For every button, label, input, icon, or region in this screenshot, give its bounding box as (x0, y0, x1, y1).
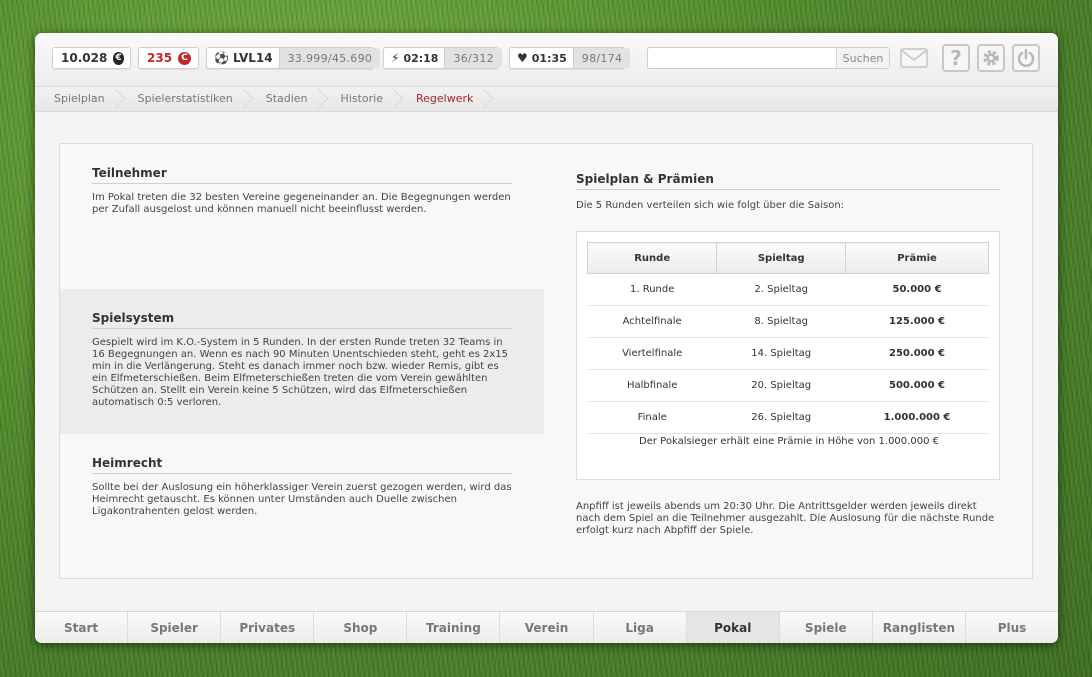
schedule-intro: Die 5 Runden verteilen sich wie folgt üb… (576, 200, 845, 211)
mail-button[interactable] (899, 43, 929, 73)
search-button[interactable]: Suchen (836, 48, 889, 68)
money-display: 10.028 € (52, 47, 131, 69)
kickoff-info: Anpfiff ist jeweils abends um 20:30 Uhr.… (576, 501, 995, 536)
table-cell: 26. Spieltag (716, 401, 846, 434)
level-display: ⚽ LVL14 33.999/45.690 (206, 47, 381, 69)
nav-spiele[interactable]: Spiele (780, 612, 873, 643)
search-box: Suchen (647, 47, 890, 69)
energy-value: 36/312 (444, 48, 502, 68)
column-header: Prämie (845, 242, 989, 274)
health-display: ♥ 01:35 98/174 (509, 47, 631, 69)
gear-icon (983, 50, 999, 66)
winner-prize-note: Der Pokalsieger erhält eine Prämie in Hö… (639, 436, 939, 447)
xp-progress: 33.999/45.690 (278, 48, 381, 68)
breadcrumb-spielerstatistiken[interactable]: Spielerstatistiken (119, 87, 247, 111)
lightning-icon: ⚡ (391, 51, 400, 65)
breadcrumb: Spielplan Spielerstatistiken Stadien His… (35, 86, 1058, 112)
table-cell: 1. Runde (587, 273, 717, 306)
table-cell: Achtelfinale (587, 305, 717, 338)
table-cell: 250.000 € (845, 337, 989, 370)
table-header-row: Runde Spieltag Prämie (586, 242, 989, 274)
breadcrumb-historie[interactable]: Historie (322, 87, 397, 111)
help-icon: ? (942, 44, 970, 72)
section-text: Sollte bei der Auslosung ein höherklassi… (92, 482, 512, 517)
breadcrumb-regelwerk[interactable]: Regelwerk (397, 87, 487, 111)
rules-left-column: Teilnehmer Im Pokal treten die 32 besten… (60, 144, 544, 578)
table-row: Finale 26. Spieltag 1.000.000 € (587, 401, 989, 434)
section-text: Im Pokal treten die 32 besten Vereine ge… (92, 192, 511, 215)
table-cell: 50.000 € (845, 273, 989, 306)
nav-training[interactable]: Training (407, 612, 501, 643)
rules-panel: Teilnehmer Im Pokal treten die 32 besten… (59, 143, 1033, 579)
main-navigation: Start Spieler Privates Shop Training Ver… (35, 611, 1058, 643)
nav-pokal[interactable]: Pokal (686, 612, 780, 643)
football-icon: ⚽ (214, 51, 229, 65)
rules-right-column: Spielplan & Prämien Die 5 Runden verteil… (544, 144, 1032, 578)
table-cell: Finale (587, 401, 717, 434)
credits-coin-icon: C (178, 51, 192, 65)
breadcrumb-stadien[interactable]: Stadien (247, 87, 322, 111)
nav-start[interactable]: Start (35, 612, 129, 643)
heart-icon: ♥ (517, 51, 528, 65)
table-row: Halbfinale 20. Spieltag 500.000 € (587, 369, 989, 402)
money-value: 10.028 (61, 51, 108, 65)
section-teilnehmer: Teilnehmer Im Pokal treten die 32 besten… (60, 144, 544, 289)
table-cell: 1.000.000 € (845, 401, 989, 434)
level-value: LVL14 (232, 51, 273, 65)
nav-verein[interactable]: Verein (500, 612, 594, 643)
column-header: Spieltag (716, 242, 847, 274)
nav-liga[interactable]: Liga (594, 612, 687, 643)
table-row: 1. Runde 2. Spieltag 50.000 € (587, 273, 989, 306)
table-cell: 20. Spieltag (716, 369, 846, 402)
schedule-title: Spielplan & Prämien (576, 172, 1000, 190)
section-heimrecht: Heimrecht Sollte bei der Auslosung ein h… (60, 434, 544, 579)
table-cell: 8. Spieltag (716, 305, 846, 338)
table-cell: Halbfinale (587, 369, 717, 402)
schedule-table-box: Runde Spieltag Prämie 1. Runde 2. Spielt… (576, 231, 1000, 480)
nav-spieler[interactable]: Spieler (128, 612, 222, 643)
table-cell: 2. Spieltag (716, 273, 846, 306)
nav-plus[interactable]: Plus (966, 612, 1058, 643)
logout-button[interactable] (1011, 43, 1041, 73)
energy-timer: 02:18 (403, 51, 439, 65)
help-button[interactable]: ? (941, 43, 971, 73)
power-icon (1017, 48, 1035, 67)
column-header: Runde (586, 242, 718, 274)
breadcrumb-spielplan[interactable]: Spielplan (35, 87, 119, 111)
top-status-bar: 10.028 € 235 C ⚽ LVL14 33.999/45.690 ⚡ 0… (35, 33, 1058, 86)
settings-button[interactable] (976, 43, 1006, 73)
table-cell: 500.000 € (845, 369, 989, 402)
energy-display: ⚡ 02:18 36/312 (383, 47, 502, 69)
section-title: Heimrecht (92, 456, 512, 474)
nav-shop[interactable]: Shop (314, 612, 408, 643)
schedule-table: Runde Spieltag Prämie 1. Runde 2. Spielt… (586, 242, 989, 434)
nav-privates[interactable]: Privates (221, 612, 315, 643)
table-cell: 14. Spieltag (716, 337, 846, 370)
section-text: Gespielt wird im K.O.-System in 5 Runden… (92, 337, 508, 408)
euro-coin-icon: € (113, 51, 124, 65)
mail-icon (900, 48, 928, 68)
credits-value: 235 (147, 51, 173, 65)
settings-frame (977, 44, 1005, 72)
game-window: 10.028 € 235 C ⚽ LVL14 33.999/45.690 ⚡ 0… (35, 33, 1058, 643)
search-input[interactable] (648, 48, 836, 68)
nav-ranglisten[interactable]: Ranglisten (873, 612, 966, 643)
section-title: Teilnehmer (92, 166, 512, 184)
table-cell: 125.000 € (845, 305, 989, 338)
logout-frame (1012, 44, 1040, 72)
table-row: Achtelfinale 8. Spieltag 125.000 € (587, 305, 989, 338)
health-timer: 01:35 (531, 51, 567, 65)
table-cell: Viertelfinale (587, 337, 717, 370)
credits-display[interactable]: 235 C (138, 47, 199, 69)
table-row: Viertelfinale 14. Spieltag 250.000 € (587, 337, 989, 370)
section-spielsystem: Spielsystem Gespielt wird im K.O.-System… (60, 289, 544, 434)
section-title: Spielsystem (92, 311, 512, 329)
health-value: 98/174 (572, 48, 631, 68)
